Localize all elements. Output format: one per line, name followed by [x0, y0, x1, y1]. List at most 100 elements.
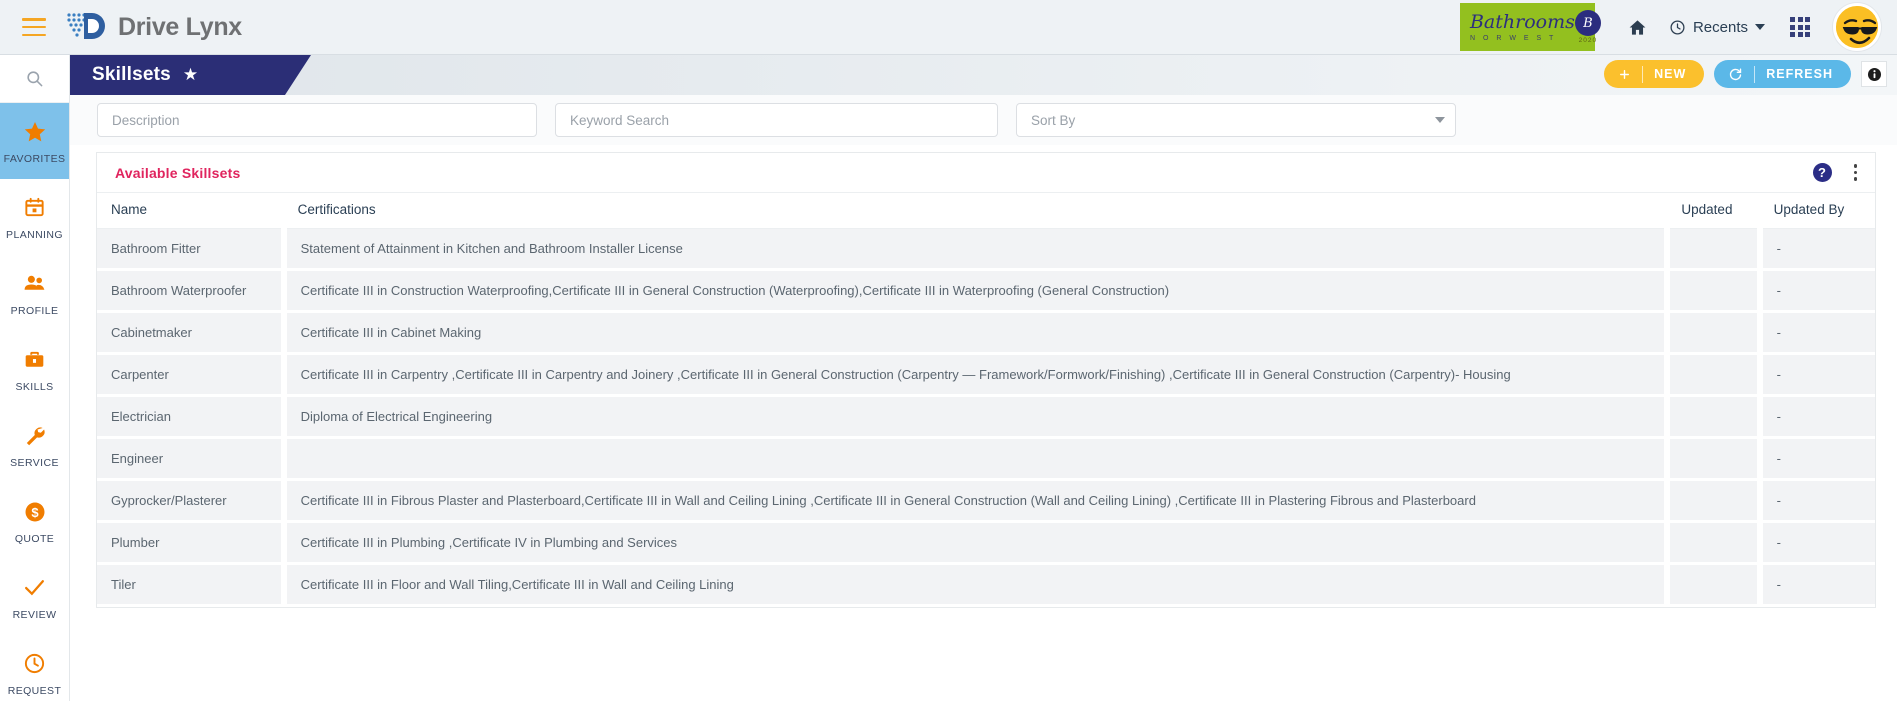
- sidebar-item-request[interactable]: REQUEST: [0, 635, 69, 711]
- table-row[interactable]: Engineer -: [97, 437, 1875, 481]
- partner-name: Bathrooms: [1469, 10, 1575, 33]
- cell-updated: [1667, 269, 1763, 313]
- star-filled-icon[interactable]: ★: [183, 65, 198, 85]
- cell-certifications: Certificate III in Cabinet Making: [283, 311, 1671, 355]
- cell-name: Tiler: [97, 563, 287, 607]
- sidebar-label: PROFILE: [10, 304, 59, 317]
- partner-logo[interactable]: Bathrooms N O R W E S T B 2020: [1459, 3, 1601, 51]
- table-row[interactable]: Bathroom Fitter Statement of Attainment i…: [97, 228, 1875, 271]
- cell-name: Cabinetmaker: [97, 311, 287, 355]
- left-nav-rail: FAVORITES PLANNING PROFILE SKILLS SERVIC…: [0, 55, 70, 701]
- sidebar-item-planning[interactable]: PLANNING: [0, 179, 69, 255]
- cell-updated: [1667, 311, 1763, 355]
- calendar-icon: [23, 194, 46, 222]
- table-row[interactable]: Plumber Certificate III in Plumbing ,Cert…: [97, 521, 1875, 565]
- kebab-menu-icon[interactable]: [1850, 160, 1862, 185]
- top-app-bar: Drive Lynx Bathrooms N O R W E S T B 202…: [0, 0, 1897, 55]
- brand-logo-group[interactable]: Drive Lynx: [64, 10, 242, 44]
- cell-updated: [1667, 353, 1763, 397]
- skillsets-table: Name Certifications Updated Updated By B…: [97, 193, 1875, 607]
- cell-name: Gyprocker/Plasterer: [97, 479, 287, 523]
- search-icon[interactable]: [0, 55, 69, 103]
- page-actions: NEW REFRESH: [1604, 60, 1887, 88]
- check-icon: [22, 574, 47, 602]
- description-input[interactable]: Description: [97, 103, 537, 137]
- topbar-right-group: Bathrooms N O R W E S T B 2020 Recents: [1459, 0, 1897, 55]
- hamburger-icon[interactable]: [22, 18, 46, 36]
- cell-updated: [1667, 437, 1763, 481]
- clock-icon: [1670, 19, 1685, 35]
- table-row[interactable]: Tiler Certificate III in Floor and Wall T…: [97, 563, 1875, 607]
- sidebar-label: QUOTE: [14, 532, 55, 545]
- table-row[interactable]: Cabinetmaker Certificate III in Cabinet M…: [97, 311, 1875, 355]
- cell-updated: [1667, 479, 1763, 523]
- column-header-updated-by[interactable]: Updated By: [1759, 193, 1875, 229]
- cell-name: Bathroom Fitter: [97, 228, 287, 271]
- page-title: Skillsets: [92, 64, 171, 85]
- cell-updated-by: -: [1759, 311, 1875, 355]
- table-row[interactable]: Gyprocker/Plasterer Certificate III in Fi…: [97, 479, 1875, 523]
- info-button[interactable]: [1861, 61, 1887, 87]
- available-skillsets-panel: Available Skillsets ? Name Certification…: [96, 152, 1876, 608]
- briefcase-icon: [23, 346, 46, 374]
- panel-header: Available Skillsets ?: [97, 153, 1875, 193]
- clock-icon: [23, 650, 46, 678]
- column-header-name[interactable]: Name: [97, 193, 284, 229]
- page-title-tab: Skillsets ★: [70, 55, 311, 95]
- keyword-search-input[interactable]: Keyword Search: [555, 103, 998, 137]
- cell-certifications: Diploma of Electrical Engineering: [283, 395, 1671, 439]
- new-button[interactable]: NEW: [1604, 60, 1705, 88]
- help-question-icon[interactable]: ?: [1812, 163, 1832, 182]
- star-icon: [23, 118, 47, 146]
- cell-certifications: Certificate III in Construction Waterpro…: [283, 269, 1671, 313]
- description-placeholder: Description: [112, 112, 180, 128]
- column-header-updated[interactable]: Updated: [1667, 193, 1760, 229]
- refresh-button-label: REFRESH: [1766, 67, 1833, 81]
- sidebar-label: REQUEST: [7, 684, 62, 697]
- keyword-placeholder: Keyword Search: [570, 112, 670, 128]
- cell-updated-by: -: [1759, 479, 1875, 523]
- recents-menu[interactable]: Recents: [1669, 19, 1765, 36]
- panel-title: Available Skillsets: [115, 164, 241, 181]
- cell-certifications: Certificate III in Fibrous Plaster and P…: [283, 479, 1671, 523]
- partner-seal-icon: B: [1574, 10, 1601, 36]
- table-row[interactable]: Carpenter Certificate III in Carpentry ,C…: [97, 353, 1875, 397]
- sidebar-label: SKILLS: [15, 380, 54, 393]
- sort-by-placeholder: Sort By: [1031, 112, 1076, 128]
- cell-updated-by: -: [1759, 269, 1875, 313]
- sidebar-item-favorites[interactable]: FAVORITES: [0, 103, 69, 179]
- svg-text:$: $: [31, 505, 39, 520]
- sort-by-select[interactable]: Sort By: [1016, 103, 1456, 137]
- cell-updated-by: -: [1759, 563, 1875, 607]
- cell-name: Engineer: [97, 437, 287, 481]
- plus-icon: [1620, 69, 1630, 79]
- cell-updated: [1667, 563, 1763, 607]
- cell-updated: [1667, 395, 1763, 439]
- people-icon: [22, 270, 47, 298]
- new-button-label: NEW: [1654, 67, 1687, 81]
- avatar[interactable]: [1833, 3, 1881, 51]
- cell-updated: [1667, 228, 1763, 271]
- chevron-down-icon: [1755, 24, 1765, 30]
- table-row[interactable]: Bathroom Waterproofer Certificate III in …: [97, 269, 1875, 313]
- sidebar-item-profile[interactable]: PROFILE: [0, 255, 69, 331]
- sidebar-label: PLANNING: [6, 228, 63, 241]
- page-header-bar: Skillsets ★ NEW REFRESH: [70, 55, 1897, 95]
- grid-apps-icon[interactable]: [1779, 0, 1821, 55]
- cell-certifications: Certificate III in Carpentry ,Certificat…: [283, 353, 1671, 397]
- cell-certifications: Certificate III in Floor and Wall Tiling…: [283, 563, 1671, 607]
- cell-updated-by: -: [1759, 521, 1875, 565]
- avatar-sunglasses-emoji-icon: [1836, 6, 1878, 48]
- home-icon[interactable]: [1617, 0, 1659, 55]
- sidebar-item-skills[interactable]: SKILLS: [0, 331, 69, 407]
- sidebar-item-service[interactable]: SERVICE: [0, 407, 69, 483]
- sidebar-item-quote[interactable]: $ QUOTE: [0, 483, 69, 559]
- table-row[interactable]: Electrician Diploma of Electrical Enginee…: [97, 395, 1875, 439]
- filter-toolbar: Description Keyword Search Sort By: [70, 95, 1897, 145]
- wrench-icon: [23, 422, 46, 450]
- cell-certifications: [283, 437, 1671, 481]
- info-icon: [1867, 67, 1881, 81]
- sidebar-item-review[interactable]: REVIEW: [0, 559, 69, 635]
- column-header-certifications[interactable]: Certifications: [283, 193, 1668, 229]
- refresh-button[interactable]: REFRESH: [1714, 60, 1851, 88]
